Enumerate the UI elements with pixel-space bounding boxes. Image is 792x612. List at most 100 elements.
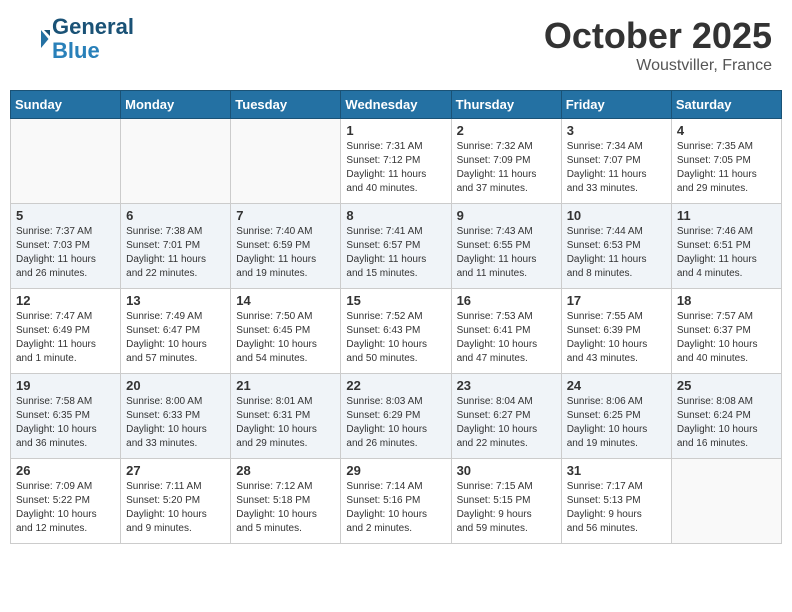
day-number: 20	[126, 378, 225, 393]
weekday-header: Sunday	[11, 91, 121, 119]
day-info: Sunrise: 7:31 AM Sunset: 7:12 PM Dayligh…	[346, 140, 445, 196]
day-number: 28	[236, 463, 335, 478]
day-number: 14	[236, 293, 335, 308]
day-info: Sunrise: 7:32 AM Sunset: 7:09 PM Dayligh…	[457, 140, 556, 196]
day-info: Sunrise: 8:06 AM Sunset: 6:25 PM Dayligh…	[567, 395, 666, 451]
calendar-day-cell: 8Sunrise: 7:41 AM Sunset: 6:57 PM Daylig…	[341, 204, 451, 289]
calendar-day-cell: 22Sunrise: 8:03 AM Sunset: 6:29 PM Dayli…	[341, 374, 451, 459]
day-info: Sunrise: 8:04 AM Sunset: 6:27 PM Dayligh…	[457, 395, 556, 451]
day-number: 30	[457, 463, 556, 478]
day-number: 15	[346, 293, 445, 308]
calendar-day-cell: 24 Sunrise: 8:06 AM Sunset: 6:25 PM Dayli…	[561, 374, 671, 459]
day-number: 5	[16, 208, 115, 223]
calendar-week-row: 26 Sunrise: 7:09 AM Sunset: 5:22 PM Dayli…	[11, 459, 782, 544]
day-info: Sunrise: 7:44 AM Sunset: 6:53 PM Dayligh…	[567, 225, 666, 281]
calendar-week-row: 5Sunrise: 7:37 AM Sunset: 7:03 PM Daylig…	[11, 204, 782, 289]
day-info: Sunrise: 7:49 AM Sunset: 6:47 PM Dayligh…	[126, 310, 225, 366]
day-info: Sunrise: 7:34 AM Sunset: 7:07 PM Dayligh…	[567, 140, 666, 196]
day-info: Sunrise: 8:01 AM Sunset: 6:31 PM Dayligh…	[236, 395, 335, 451]
weekday-header: Tuesday	[231, 91, 341, 119]
calendar-day-cell: 7 Sunrise: 7:40 AM Sunset: 6:59 PM Daylig…	[231, 204, 341, 289]
page-header: General Blue October 2025 Woustviller, F…	[10, 10, 782, 80]
day-info: Sunrise: 8:03 AM Sunset: 6:29 PM Dayligh…	[346, 395, 445, 451]
logo-icon	[20, 24, 50, 54]
calendar-day-cell: 17Sunrise: 7:55 AM Sunset: 6:39 PM Dayli…	[561, 289, 671, 374]
day-number: 1	[346, 123, 445, 138]
day-number: 21	[236, 378, 335, 393]
day-number: 6	[126, 208, 225, 223]
logo-text: General Blue	[52, 15, 134, 63]
day-number: 9	[457, 208, 556, 223]
logo-line1: General	[52, 15, 134, 39]
day-info: Sunrise: 7:35 AM Sunset: 7:05 PM Dayligh…	[677, 140, 776, 196]
calendar-day-cell	[231, 119, 341, 204]
day-info: Sunrise: 7:40 AM Sunset: 6:59 PM Dayligh…	[236, 225, 335, 281]
calendar-day-cell: 13Sunrise: 7:49 AM Sunset: 6:47 PM Dayli…	[121, 289, 231, 374]
title-block: October 2025 Woustviller, France	[544, 15, 772, 75]
day-number: 7	[236, 208, 335, 223]
calendar-day-cell: 4 Sunrise: 7:35 AM Sunset: 7:05 PM Daylig…	[671, 119, 781, 204]
calendar-day-cell: 20 Sunrise: 8:00 AM Sunset: 6:33 PM Dayli…	[121, 374, 231, 459]
calendar-day-cell	[11, 119, 121, 204]
calendar-day-cell	[671, 459, 781, 544]
day-info: Sunrise: 7:15 AM Sunset: 5:15 PM Dayligh…	[457, 480, 556, 536]
day-number: 25	[677, 378, 776, 393]
calendar-week-row: 12Sunrise: 7:47 AM Sunset: 6:49 PM Dayli…	[11, 289, 782, 374]
day-info: Sunrise: 7:47 AM Sunset: 6:49 PM Dayligh…	[16, 310, 115, 366]
calendar-day-cell: 29 Sunrise: 7:14 AM Sunset: 5:16 PM Dayli…	[341, 459, 451, 544]
calendar-day-cell: 11Sunrise: 7:46 AM Sunset: 6:51 PM Dayli…	[671, 204, 781, 289]
calendar-day-cell: 21 Sunrise: 8:01 AM Sunset: 6:31 PM Dayli…	[231, 374, 341, 459]
calendar-day-cell: 16 Sunrise: 7:53 AM Sunset: 6:41 PM Dayli…	[451, 289, 561, 374]
day-number: 31	[567, 463, 666, 478]
logo: General Blue	[20, 15, 134, 63]
day-info: Sunrise: 7:14 AM Sunset: 5:16 PM Dayligh…	[346, 480, 445, 536]
day-info: Sunrise: 8:08 AM Sunset: 6:24 PM Dayligh…	[677, 395, 776, 451]
weekday-header: Friday	[561, 91, 671, 119]
day-number: 29	[346, 463, 445, 478]
month-title: October 2025	[544, 15, 772, 57]
day-number: 26	[16, 463, 115, 478]
day-info: Sunrise: 7:41 AM Sunset: 6:57 PM Dayligh…	[346, 225, 445, 281]
day-number: 3	[567, 123, 666, 138]
day-info: Sunrise: 7:12 AM Sunset: 5:18 PM Dayligh…	[236, 480, 335, 536]
day-info: Sunrise: 7:46 AM Sunset: 6:51 PM Dayligh…	[677, 225, 776, 281]
location-title: Woustviller, France	[544, 57, 772, 75]
day-number: 4	[677, 123, 776, 138]
day-info: Sunrise: 7:09 AM Sunset: 5:22 PM Dayligh…	[16, 480, 115, 536]
weekday-header: Wednesday	[341, 91, 451, 119]
weekday-header: Thursday	[451, 91, 561, 119]
day-info: Sunrise: 7:58 AM Sunset: 6:35 PM Dayligh…	[16, 395, 115, 451]
calendar-day-cell: 10 Sunrise: 7:44 AM Sunset: 6:53 PM Dayli…	[561, 204, 671, 289]
day-info: Sunrise: 7:43 AM Sunset: 6:55 PM Dayligh…	[457, 225, 556, 281]
calendar-day-cell: 1 Sunrise: 7:31 AM Sunset: 7:12 PM Daylig…	[341, 119, 451, 204]
day-info: Sunrise: 7:53 AM Sunset: 6:41 PM Dayligh…	[457, 310, 556, 366]
calendar-header-row: SundayMondayTuesdayWednesdayThursdayFrid…	[11, 91, 782, 119]
logo-line2: Blue	[52, 39, 134, 63]
day-info: Sunrise: 7:38 AM Sunset: 7:01 PM Dayligh…	[126, 225, 225, 281]
calendar-day-cell: 9 Sunrise: 7:43 AM Sunset: 6:55 PM Daylig…	[451, 204, 561, 289]
day-number: 17	[567, 293, 666, 308]
day-info: Sunrise: 8:00 AM Sunset: 6:33 PM Dayligh…	[126, 395, 225, 451]
calendar-day-cell: 27Sunrise: 7:11 AM Sunset: 5:20 PM Dayli…	[121, 459, 231, 544]
calendar-week-row: 19 Sunrise: 7:58 AM Sunset: 6:35 PM Dayli…	[11, 374, 782, 459]
calendar-day-cell: 12Sunrise: 7:47 AM Sunset: 6:49 PM Dayli…	[11, 289, 121, 374]
day-number: 18	[677, 293, 776, 308]
day-info: Sunrise: 7:52 AM Sunset: 6:43 PM Dayligh…	[346, 310, 445, 366]
calendar-day-cell: 5Sunrise: 7:37 AM Sunset: 7:03 PM Daylig…	[11, 204, 121, 289]
calendar-table: SundayMondayTuesdayWednesdayThursdayFrid…	[10, 90, 782, 544]
calendar-day-cell: 14Sunrise: 7:50 AM Sunset: 6:45 PM Dayli…	[231, 289, 341, 374]
day-number: 23	[457, 378, 556, 393]
calendar-day-cell: 30 Sunrise: 7:15 AM Sunset: 5:15 PM Dayli…	[451, 459, 561, 544]
calendar-day-cell: 18Sunrise: 7:57 AM Sunset: 6:37 PM Dayli…	[671, 289, 781, 374]
day-number: 16	[457, 293, 556, 308]
calendar-day-cell: 31Sunrise: 7:17 AM Sunset: 5:13 PM Dayli…	[561, 459, 671, 544]
calendar-day-cell	[121, 119, 231, 204]
weekday-header: Monday	[121, 91, 231, 119]
day-number: 19	[16, 378, 115, 393]
calendar-day-cell: 19 Sunrise: 7:58 AM Sunset: 6:35 PM Dayli…	[11, 374, 121, 459]
calendar-day-cell: 25 Sunrise: 8:08 AM Sunset: 6:24 PM Dayli…	[671, 374, 781, 459]
day-number: 24	[567, 378, 666, 393]
calendar-day-cell: 3 Sunrise: 7:34 AM Sunset: 7:07 PM Daylig…	[561, 119, 671, 204]
calendar-week-row: 1 Sunrise: 7:31 AM Sunset: 7:12 PM Daylig…	[11, 119, 782, 204]
day-number: 10	[567, 208, 666, 223]
